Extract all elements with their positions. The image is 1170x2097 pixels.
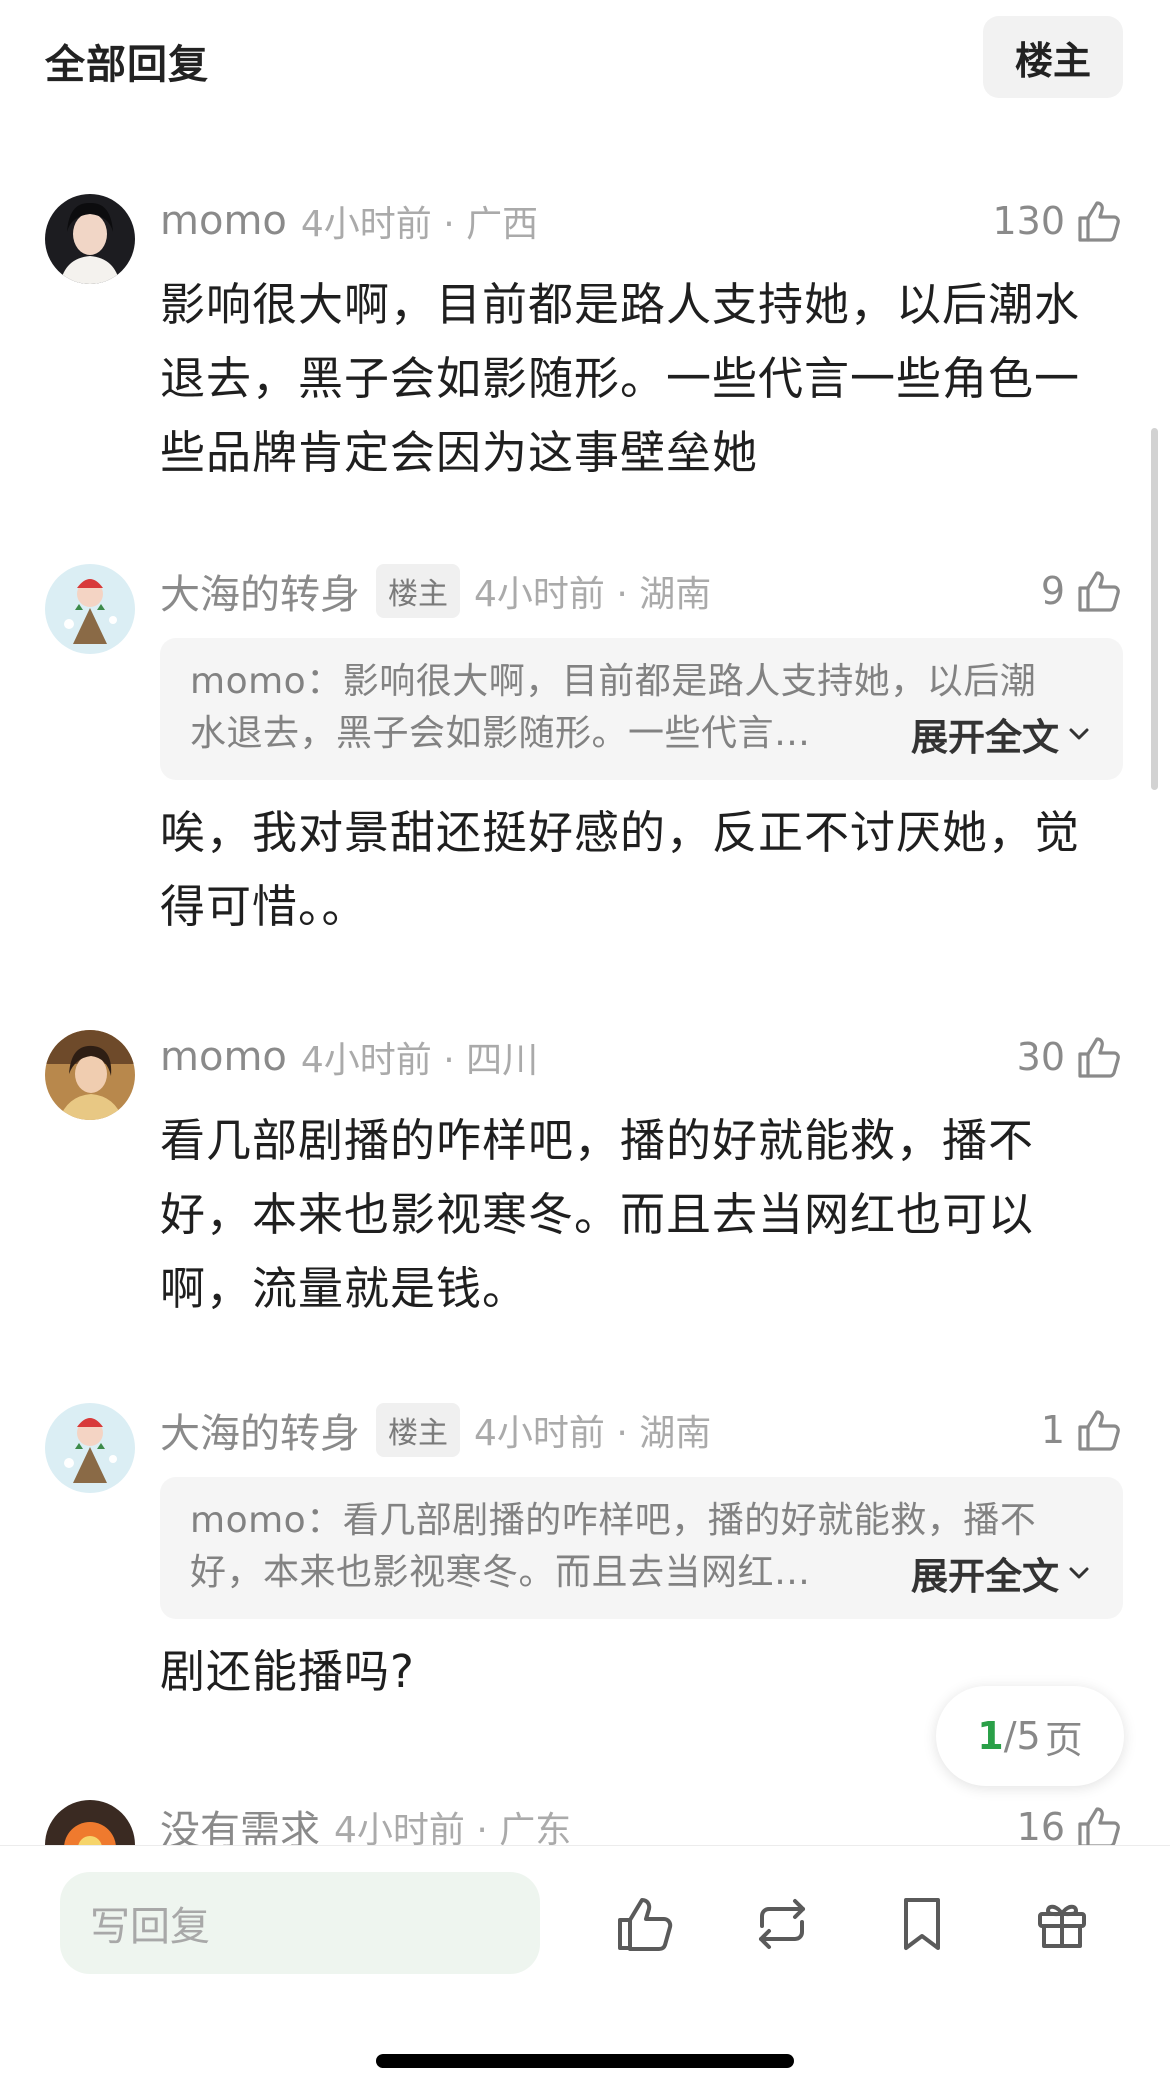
username[interactable]: 没有需求 bbox=[160, 1798, 320, 1845]
like-count: 1 bbox=[1040, 1408, 1065, 1452]
comment-list[interactable]: momo 4小时前 · 广西 130 影响很大啊，目前都是路人支持她，以后潮水退… bbox=[0, 110, 1170, 1845]
thumbs-up-icon bbox=[1078, 571, 1120, 612]
scrollbar[interactable] bbox=[1151, 428, 1158, 790]
comment-meta: 大海的转身 楼主 4小时前 · 湖南 bbox=[160, 556, 711, 626]
like-count: 9 bbox=[1040, 569, 1065, 613]
time-location: 4小时前 · 湖南 bbox=[474, 574, 712, 615]
gift-icon[interactable] bbox=[1030, 1892, 1094, 1956]
like-button[interactable]: 1 bbox=[1041, 1395, 1123, 1465]
comment-meta: momo 4小时前 · 四川 bbox=[160, 1022, 538, 1092]
chevron-down-icon bbox=[1069, 1567, 1089, 1579]
reply-input[interactable]: 写回复 bbox=[60, 1872, 540, 1974]
comment-meta: momo 4小时前 · 广西 bbox=[160, 186, 538, 256]
comment-item: 大海的转身 楼主 4小时前 · 湖南 1 momo：看几部剧播的咋样吧，播的好就… bbox=[0, 1395, 1170, 1698]
username[interactable]: momo bbox=[160, 1034, 287, 1080]
like-count: 30 bbox=[1016, 1035, 1065, 1079]
comment-meta: 大海的转身 楼主 4小时前 · 湖南 bbox=[160, 1395, 711, 1465]
time-location: 4小时前 · 广东 bbox=[334, 1810, 572, 1845]
expand-full-text-button[interactable]: 展开全文 bbox=[907, 1547, 1093, 1599]
thumbs-up-icon bbox=[1078, 1037, 1120, 1078]
like-count: 130 bbox=[992, 199, 1065, 243]
page-unit: 页 bbox=[1044, 1717, 1083, 1762]
quoted-reply[interactable]: momo：影响很大啊，目前都是路人支持她，以后潮水退去，黑子会如影随形。一些代言… bbox=[160, 638, 1123, 780]
like-button[interactable]: 30 bbox=[1017, 1022, 1123, 1092]
page-title: 全部回复 bbox=[45, 42, 209, 88]
username[interactable]: momo bbox=[160, 198, 287, 244]
comment-meta: 没有需求 4小时前 · 广东 bbox=[160, 1792, 571, 1845]
avatar[interactable] bbox=[45, 1403, 135, 1493]
total-pages: /5 bbox=[1003, 1714, 1041, 1758]
thumbs-up-icon bbox=[1078, 1807, 1120, 1845]
username[interactable]: 大海的转身 bbox=[160, 562, 360, 620]
thumbs-up-icon[interactable] bbox=[612, 1892, 676, 1956]
time-location: 4小时前 · 广西 bbox=[300, 204, 539, 245]
like-count: 16 bbox=[1016, 1805, 1065, 1845]
thumbs-up-icon bbox=[1078, 201, 1120, 242]
avatar[interactable] bbox=[45, 564, 135, 654]
bookmark-icon[interactable] bbox=[890, 1892, 954, 1956]
time-location: 4小时前 · 四川 bbox=[300, 1040, 539, 1081]
bottom-action-bar: 写回复 bbox=[0, 1845, 1170, 2097]
comment-text: 唉，我对景甜还挺好感的，反正不讨厌她，觉得可惜。。 bbox=[160, 806, 1081, 933]
avatar[interactable] bbox=[45, 1800, 135, 1845]
like-button[interactable]: 130 bbox=[992, 186, 1123, 256]
comment-item: 大海的转身 楼主 4小时前 · 湖南 9 momo：影响很大啊，目前都是路人支持… bbox=[0, 556, 1170, 933]
comment-text: 看几部剧播的咋样吧，播的好就能救，播不好，本来也影视寒冬。而且去当网红也可以啊，… bbox=[160, 1114, 1035, 1315]
owner-badge: 楼主 bbox=[376, 1403, 460, 1457]
time-location: 4小时前 · 湖南 bbox=[474, 1413, 712, 1454]
pagination-indicator[interactable]: 1 /5 页 bbox=[936, 1686, 1124, 1786]
like-button[interactable]: 9 bbox=[1041, 556, 1123, 626]
repost-icon[interactable] bbox=[750, 1892, 814, 1956]
avatar[interactable] bbox=[45, 1030, 135, 1120]
expand-label: 展开全文 bbox=[911, 1555, 1059, 1598]
comment-item: momo 4小时前 · 广西 130 影响很大啊，目前都是路人支持她，以后潮水退… bbox=[0, 186, 1170, 479]
chevron-down-icon bbox=[1069, 728, 1089, 740]
comment-item: momo 4小时前 · 四川 30 看几部剧播的咋样吧，播的好就能救，播不好，本… bbox=[0, 1022, 1170, 1315]
owner-only-filter-button[interactable]: 楼主 bbox=[983, 16, 1123, 98]
thumbs-up-icon bbox=[1078, 1410, 1120, 1451]
quoted-reply[interactable]: momo：看几部剧播的咋样吧，播的好就能救，播不好，本来也影视寒冬。而且去当网红… bbox=[160, 1477, 1123, 1619]
comment-item: 没有需求 4小时前 · 广东 16 bbox=[0, 1792, 1170, 1845]
username[interactable]: 大海的转身 bbox=[160, 1401, 360, 1459]
expand-full-text-button[interactable]: 展开全文 bbox=[907, 708, 1093, 760]
owner-badge: 楼主 bbox=[376, 564, 460, 618]
current-page: 1 bbox=[977, 1714, 1004, 1758]
header: 全部回复 楼主 bbox=[0, 0, 1170, 110]
avatar[interactable] bbox=[45, 194, 135, 284]
home-indicator bbox=[376, 2054, 794, 2068]
comment-text: 影响很大啊，目前都是路人支持她，以后潮水退去，黑子会如影随形。一些代言一些角色一… bbox=[160, 278, 1081, 479]
like-button[interactable]: 16 bbox=[1017, 1792, 1123, 1845]
expand-label: 展开全文 bbox=[911, 716, 1059, 759]
